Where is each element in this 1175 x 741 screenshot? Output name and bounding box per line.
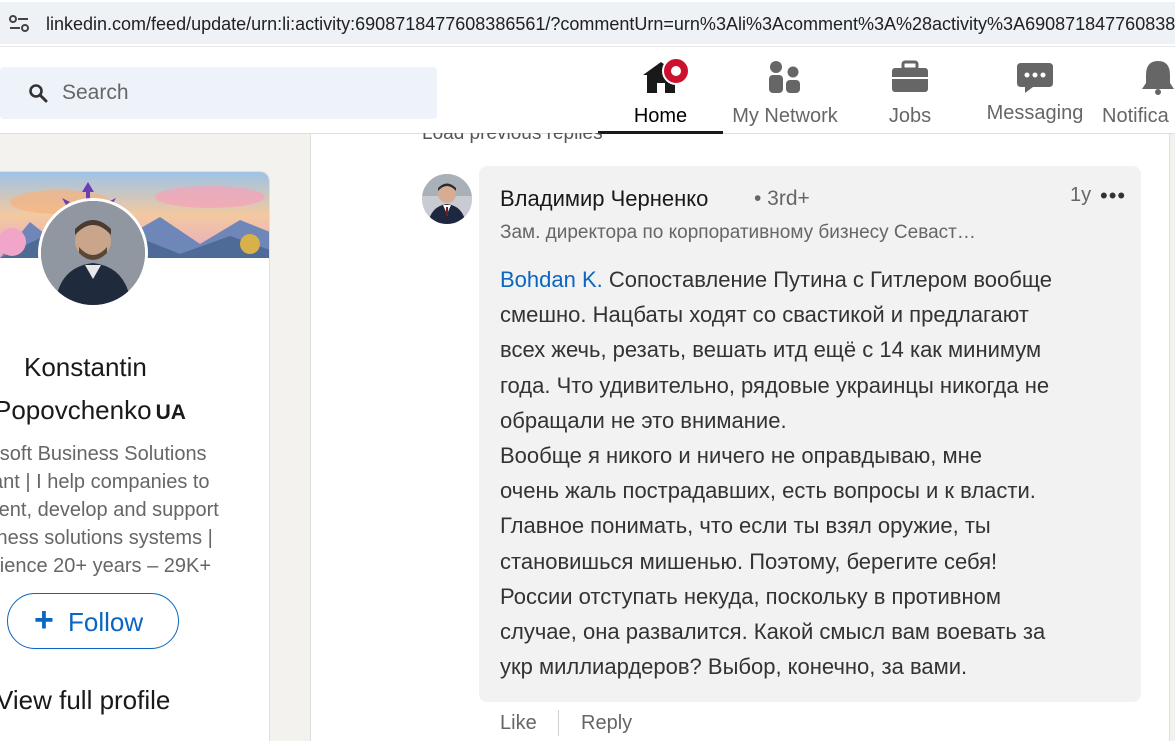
nav-notifications[interactable]: Notifica bbox=[1100, 47, 1175, 134]
briefcase-icon bbox=[892, 60, 928, 92]
more-options-icon[interactable]: ••• bbox=[1100, 183, 1126, 209]
comment-line-text: Сопоставление Путина с Гитлером вообще bbox=[602, 267, 1052, 292]
connection-degree: • 3rd+ bbox=[754, 187, 810, 210]
comment-line: становишься мишенью. Поэтому, берегите с… bbox=[500, 548, 998, 574]
commenter-avatar[interactable] bbox=[422, 174, 472, 224]
comment-line: случае, она развалится. Какой смысл вам … bbox=[500, 619, 1046, 645]
headline-line: siness solutions systems | bbox=[0, 527, 213, 549]
reply-button[interactable]: Reply bbox=[581, 712, 632, 735]
profile-card: Konstantin Popovchenko UA rosoft Business… bbox=[0, 171, 270, 741]
profile-name-last[interactable]: Popovchenko UA bbox=[0, 395, 264, 426]
comment-line: года. Что удивительно, рядовые украинцы … bbox=[500, 372, 1050, 398]
comment-line: обращали не это внимание. bbox=[500, 407, 787, 433]
comment-line: Главное понимать, что если ты взял оружи… bbox=[500, 513, 991, 539]
comment-author-subtitle: Зам. директора по корпоративному бизнесу… bbox=[500, 222, 976, 243]
network-icon bbox=[769, 61, 800, 93]
comment-timestamp: 1y bbox=[1070, 184, 1092, 206]
comment-line: укр миллиардеров? Выбор, конечно, за вам… bbox=[500, 654, 968, 680]
comment-line: России отступать некуда, поскольку в про… bbox=[500, 583, 1001, 609]
country-code: UA bbox=[155, 401, 186, 424]
bell-icon bbox=[1142, 61, 1174, 95]
profile-photo bbox=[41, 201, 145, 305]
url-field[interactable]: linkedin.com/feed/update/urn:li:activity… bbox=[0, 2, 1175, 44]
notification-badge bbox=[662, 57, 690, 85]
site-settings-icon[interactable] bbox=[8, 14, 30, 34]
comment-line: всех жечь, резать, вешать итд ещё с 14 к… bbox=[500, 337, 1042, 363]
headline-line: ltant | I help companies to bbox=[0, 471, 210, 493]
search-input[interactable] bbox=[62, 79, 412, 107]
follow-button[interactable]: + Follow bbox=[7, 593, 179, 649]
profile-name-last-text: Popovchenko bbox=[0, 395, 152, 425]
profile-avatar[interactable] bbox=[38, 198, 148, 308]
nav-home[interactable]: Home bbox=[598, 47, 723, 134]
message-icon bbox=[1017, 63, 1053, 93]
nav-jobs[interactable]: Jobs bbox=[870, 47, 950, 134]
mention-link[interactable]: Bohdan K. bbox=[500, 267, 603, 292]
like-button[interactable]: Like bbox=[500, 712, 537, 735]
profile-headline: rosoft Business Solutions ltant | I help… bbox=[0, 440, 269, 580]
comment-text: Bohdan K. Сопоставление Путина с Гитлеро… bbox=[500, 262, 1125, 684]
comment-line: Вообще я никого и ничего не оправдываю, … bbox=[500, 443, 982, 469]
nav-jobs-label: Jobs bbox=[888, 105, 932, 127]
nav-messaging-label: Messaging bbox=[986, 102, 1084, 124]
view-full-profile-link[interactable]: View full profile bbox=[0, 685, 170, 716]
comment-line: очень жаль пострадавших, есть вопросы и … bbox=[500, 478, 1036, 504]
headline-line: rosoft Business Solutions bbox=[0, 443, 207, 465]
headline-line: ment, develop and support bbox=[0, 499, 219, 521]
profile-name-first[interactable]: Konstantin bbox=[24, 352, 269, 383]
nav-messaging[interactable]: Messaging bbox=[980, 47, 1090, 134]
action-divider bbox=[558, 710, 559, 736]
plus-icon: + bbox=[34, 601, 54, 639]
nav-my-network[interactable]: My Network bbox=[725, 47, 845, 134]
headline-line: erience 20+ years – 29K+ bbox=[0, 555, 212, 577]
top-navigation: Home My Network Jobs Messaging bbox=[0, 47, 1175, 134]
nav-notifications-label: Notifica bbox=[1102, 105, 1169, 127]
browser-address-bar: linkedin.com/feed/update/urn:li:activity… bbox=[0, 0, 1175, 47]
search-icon bbox=[29, 84, 48, 103]
follow-label: Follow bbox=[68, 607, 144, 637]
comment-author-name[interactable]: Владимир Черненко bbox=[500, 186, 708, 212]
commenter-photo bbox=[422, 174, 472, 224]
comment-line: смешно. Нацбаты ходят со свастикой и пре… bbox=[500, 302, 1029, 328]
nav-my-network-label: My Network bbox=[732, 105, 838, 127]
url-text[interactable]: linkedin.com/feed/update/urn:li:activity… bbox=[46, 14, 1175, 35]
nav-home-label: Home bbox=[633, 105, 688, 127]
comment-line: Bohdan K. Сопоставление Путина с Гитлеро… bbox=[500, 262, 1125, 297]
search-box[interactable] bbox=[0, 67, 437, 119]
